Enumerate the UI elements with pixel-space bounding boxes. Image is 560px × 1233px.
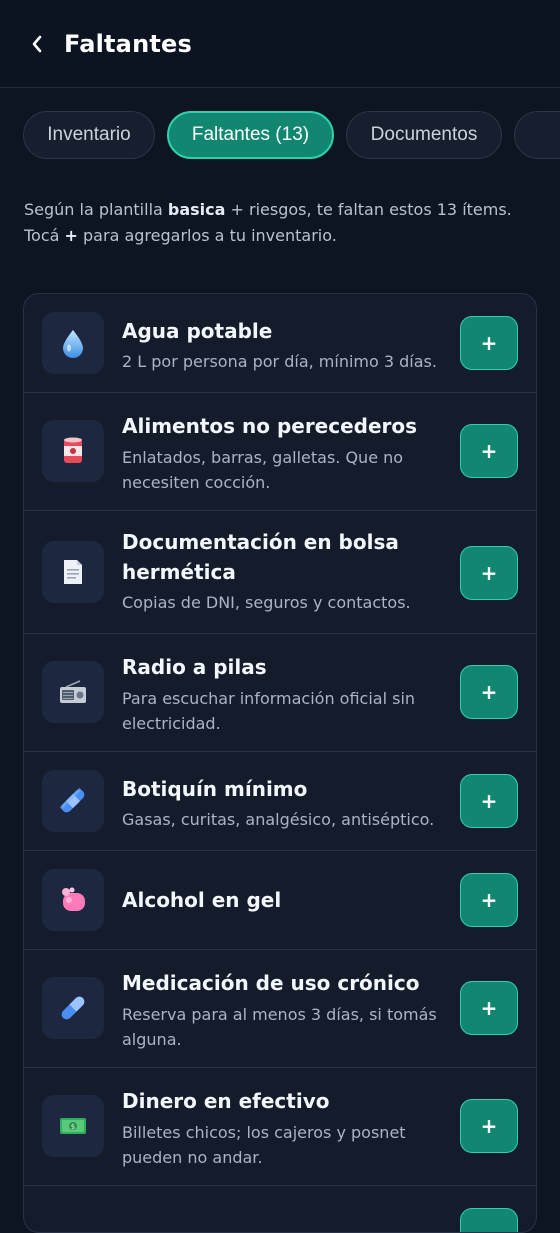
plus-symbol: + xyxy=(64,226,78,245)
back-button[interactable] xyxy=(26,33,48,55)
intro-line-2: Tocá + para agregarlos a tu inventario. xyxy=(24,223,536,249)
template-name: basica xyxy=(167,200,226,219)
intro-line-1: Según la plantilla basica + riesgos, te … xyxy=(24,197,536,223)
water-drop-icon xyxy=(42,312,104,374)
item-description: Billetes chicos; los cajeros y posnet xyxy=(122,1123,406,1142)
tab-documentos[interactable]: Documentos xyxy=(346,111,502,159)
item-description: Copias de DNI, seguros y contactos. xyxy=(122,593,411,612)
list-item: Botiquín mínimo Gasas, curitas, analgési… xyxy=(24,752,536,851)
list-item: Alimentos no perecederos Enlatados, barr… xyxy=(24,393,536,511)
list-item: Agua potable 2 L por persona por día, mí… xyxy=(24,294,536,393)
add-item-button[interactable]: + xyxy=(460,424,518,478)
radio-icon xyxy=(42,661,104,723)
item-description: alguna. xyxy=(122,1030,182,1049)
intro-text-segment: Según la plantilla xyxy=(24,200,168,219)
pill-icon xyxy=(42,977,104,1039)
item-description: electricidad. xyxy=(122,714,221,733)
item-title: Dinero en efectivo xyxy=(122,1089,330,1113)
tab-overflow[interactable] xyxy=(514,111,560,159)
item-description: Para escuchar información oficial sin xyxy=(122,689,416,708)
add-item-button[interactable]: + xyxy=(460,1099,518,1153)
add-item-button[interactable]: + xyxy=(460,873,518,927)
add-item-button[interactable]: + xyxy=(460,665,518,719)
list-item: Alcohol en gel + xyxy=(24,851,536,950)
canned-food-icon xyxy=(42,420,104,482)
add-item-button[interactable]: + xyxy=(460,546,518,600)
cash-icon: $ xyxy=(42,1095,104,1157)
item-description: pueden no andar. xyxy=(122,1148,263,1167)
item-title: Alcohol en gel xyxy=(122,888,282,912)
bandage-icon xyxy=(42,770,104,832)
item-title: Alimentos no perecederos xyxy=(122,414,418,438)
item-description: necesiten cocción. xyxy=(122,473,271,492)
item-title: Documentación en bolsa xyxy=(122,530,399,554)
list-item: $ Dinero en efectivo Billetes chicos; lo… xyxy=(24,1068,536,1186)
tab-faltantes[interactable]: Faltantes (13) xyxy=(167,111,334,159)
app-header: Faltantes xyxy=(0,0,560,88)
item-title: Radio a pilas xyxy=(122,655,267,679)
item-title-continued: hermética xyxy=(122,560,236,584)
soap-icon xyxy=(42,869,104,931)
chevron-left-icon xyxy=(32,35,42,52)
item-description: Gasas, curitas, analgésico, antiséptico. xyxy=(122,810,435,829)
item-description: 2 L por persona por día, mínimo 3 días. xyxy=(122,352,437,371)
svg-text:$: $ xyxy=(71,1123,75,1131)
intro-text-segment: para agregarlos a tu inventario. xyxy=(77,226,337,245)
document-icon xyxy=(42,541,104,603)
item-title: Botiquín mínimo xyxy=(122,777,308,801)
list-item xyxy=(24,1186,536,1232)
intro-text-segment: Tocá xyxy=(24,226,65,245)
intro-text: Según la plantilla basica + riesgos, te … xyxy=(0,197,560,249)
add-item-button[interactable]: + xyxy=(460,316,518,370)
list-item: Documentación en bolsa hermética Copias … xyxy=(24,511,536,634)
list-item: Radio a pilas Para escuchar información … xyxy=(24,634,536,752)
item-description: Enlatados, barras, galletas. Que no xyxy=(122,448,404,467)
item-description: Reserva para al menos 3 días, si tomás xyxy=(122,1005,437,1024)
page-title: Faltantes xyxy=(64,29,192,58)
missing-items-list: Agua potable 2 L por persona por día, mí… xyxy=(23,293,537,1233)
intro-text-segment: + riesgos, te faltan estos 13 ítems. xyxy=(225,200,512,219)
item-title: Medicación de uso crónico xyxy=(122,971,420,995)
item-title: Agua potable xyxy=(122,319,273,343)
tab-bar: Inventario Faltantes (13) Documentos xyxy=(0,88,560,182)
add-item-button[interactable]: + xyxy=(460,774,518,828)
list-item: Medicación de uso crónico Reserva para a… xyxy=(24,950,536,1068)
tab-inventario[interactable]: Inventario xyxy=(23,111,155,159)
add-item-button[interactable]: + xyxy=(460,981,518,1035)
